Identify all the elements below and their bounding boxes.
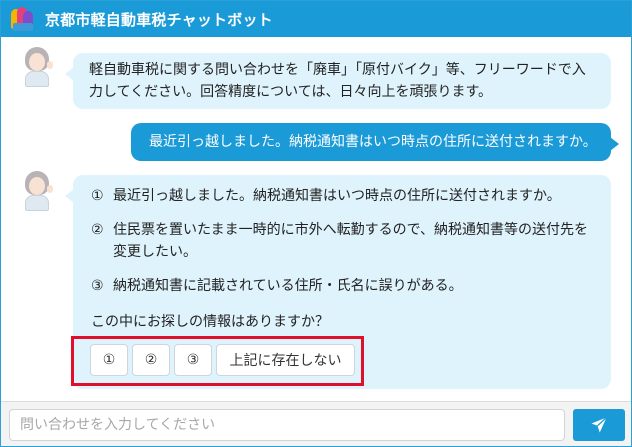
bot-avatar — [19, 171, 55, 211]
kyoto-logo-icon — [9, 5, 37, 33]
option-item: ② 住民票を置いたまま一時的に市外へ転勤するので、納税通知書等の送付先を 変更し… — [91, 219, 597, 263]
chat-footer — [1, 401, 631, 446]
option-text: 変更したい。 — [113, 244, 197, 260]
send-button[interactable] — [573, 409, 625, 441]
bot-message: 軽自動車税に関する問い合わせを「廃車」「原付バイク」等、フリーワードで入 力して… — [65, 53, 611, 109]
chat-header: 京都市軽自動車税チャットボット — [1, 1, 631, 37]
option-number: ② — [91, 222, 104, 238]
choice-button-2[interactable]: ② — [132, 344, 170, 376]
user-message-text: 最近引っ越しました。納税通知書はいつ時点の住所に送付されますか。 — [149, 134, 597, 150]
option-text: 納税通知書に記載されている住所・氏名に誤りがある。 — [113, 278, 463, 294]
option-text: 最近引っ越しました。納税通知書はいつ時点の住所に送付されますか。 — [113, 188, 561, 204]
choice-button-3[interactable]: ③ — [174, 344, 212, 376]
choice-button-none[interactable]: 上記に存在しない — [216, 344, 355, 376]
options-question: この中にお探しの情報はありますか？ — [91, 314, 329, 330]
option-text: 住民票を置いたまま一時的に市外へ転勤するので、納税通知書等の送付先を — [113, 222, 589, 238]
choice-button-1[interactable]: ① — [90, 344, 128, 376]
option-item: ③ 納税通知書に記載されている住所・氏名に誤りがある。 — [91, 275, 597, 297]
option-number: ③ — [91, 278, 104, 294]
bot-avatar — [19, 47, 55, 87]
message-input[interactable] — [9, 409, 565, 441]
send-icon — [591, 417, 607, 433]
user-message: 最近引っ越しました。納税通知書はいつ時点の住所に送付されますか。 — [131, 123, 619, 161]
option-item: ① 最近引っ越しました。納税通知書はいつ時点の住所に送付されますか。 — [91, 185, 597, 207]
option-number: ① — [91, 188, 104, 204]
bot-message-line: 力してください。回答精度については、日々向上を頑張ります。 — [89, 84, 493, 100]
bot-message-line: 軽自動車税に関する問い合わせを「廃車」「原付バイク」等、フリーワードで入 — [89, 62, 586, 78]
chat-title: 京都市軽自動車税チャットボット — [45, 10, 273, 29]
chatbot-window: 京都市軽自動車税チャットボット 軽自動車税に関する問い合わせを「廃車」「原付バイ… — [0, 0, 632, 447]
